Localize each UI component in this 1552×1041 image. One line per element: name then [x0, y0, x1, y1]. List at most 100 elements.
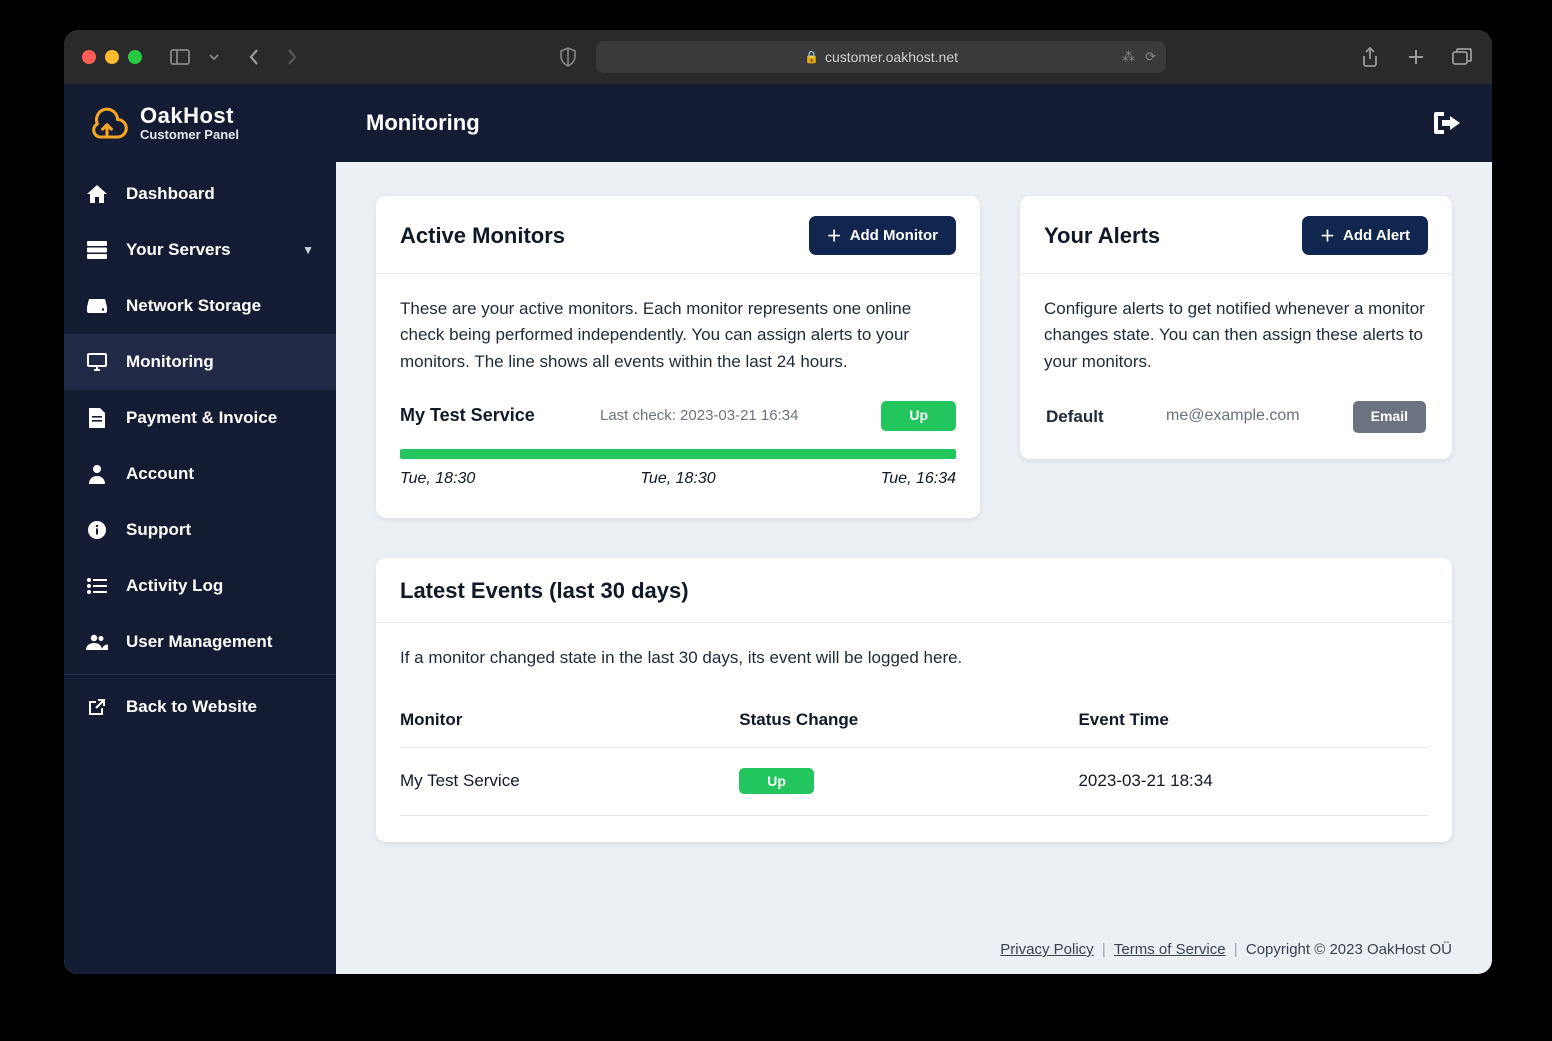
brand-name: OakHost: [140, 104, 239, 128]
invoice-icon: [86, 408, 108, 428]
url-bar[interactable]: 🔒 customer.oakhost.net ⁂ ⟳: [596, 41, 1166, 73]
monitor-last-check: Last check: 2023-03-21 16:34: [600, 404, 881, 427]
events-description: If a monitor changed state in the last 3…: [400, 645, 1428, 671]
monitor-timeline: [400, 449, 956, 459]
sidebar-item-monitoring[interactable]: Monitoring: [64, 334, 336, 390]
event-monitor: My Test Service: [400, 748, 739, 815]
reload-icon[interactable]: ⟳: [1145, 49, 1156, 65]
window-close-button[interactable]: [82, 50, 96, 64]
sidebar-toggle-icon[interactable]: [168, 49, 192, 65]
add-monitor-label: Add Monitor: [850, 227, 938, 244]
browser-titlebar: 🔒 customer.oakhost.net ⁂ ⟳: [64, 30, 1492, 84]
shield-icon[interactable]: [556, 47, 580, 67]
plus-icon: ＋: [827, 225, 842, 246]
nav-back-button[interactable]: [242, 48, 266, 66]
monitor-icon: [86, 353, 108, 371]
share-icon[interactable]: [1358, 47, 1382, 67]
copyright-text: Copyright © 2023 OakHost OÜ: [1246, 941, 1452, 958]
sidebar-item-label: User Management: [126, 632, 272, 652]
info-icon: [86, 521, 108, 539]
brand-subtitle: Customer Panel: [140, 128, 239, 142]
alert-name: Default: [1046, 404, 1166, 430]
translate-icon[interactable]: ⁂: [1122, 49, 1135, 65]
col-monitor: Monitor: [400, 693, 739, 748]
users-icon: [86, 634, 108, 650]
event-time: 2023-03-21 18:34: [1078, 748, 1428, 815]
timeline-label-start: Tue, 18:30: [400, 467, 475, 492]
topbar: Monitoring: [336, 84, 1492, 162]
nav-forward-button[interactable]: [280, 48, 304, 66]
col-status: Status Change: [739, 693, 1078, 748]
privacy-link[interactable]: Privacy Policy: [1000, 941, 1093, 958]
logout-button[interactable]: [1432, 110, 1462, 136]
sidebar-item-back-to-website[interactable]: Back to Website: [64, 679, 336, 735]
alerts-card: Your Alerts ＋ Add Alert Configure alerts…: [1020, 196, 1452, 459]
timeline-labels: Tue, 18:30 Tue, 18:30 Tue, 16:34: [400, 467, 956, 492]
browser-window: 🔒 customer.oakhost.net ⁂ ⟳: [64, 30, 1492, 974]
active-monitors-heading: Active Monitors: [400, 223, 565, 249]
plus-icon: ＋: [1320, 225, 1335, 246]
nav-separator: [64, 674, 336, 675]
active-monitors-card: Active Monitors ＋ Add Monitor These are …: [376, 196, 980, 518]
alerts-heading: Your Alerts: [1044, 223, 1160, 249]
main-column: Monitoring Active Monitors ＋ Add Monitor: [336, 84, 1492, 974]
url-text: customer.oakhost.net: [825, 49, 958, 65]
brand[interactable]: OakHost Customer Panel: [64, 84, 336, 162]
sidebar-item-activity[interactable]: Activity Log: [64, 558, 336, 614]
add-alert-button[interactable]: ＋ Add Alert: [1302, 216, 1428, 255]
sidebar-item-account[interactable]: Account: [64, 446, 336, 502]
sidebar-item-storage[interactable]: Network Storage: [64, 278, 336, 334]
sidebar-item-dashboard[interactable]: Dashboard: [64, 166, 336, 222]
terms-link[interactable]: Terms of Service: [1114, 941, 1226, 958]
list-icon: [86, 578, 108, 594]
status-badge: Up: [881, 401, 956, 431]
add-monitor-button[interactable]: ＋ Add Monitor: [809, 216, 956, 255]
alert-target: me@example.com: [1166, 404, 1353, 429]
sidebar-item-label: Monitoring: [126, 352, 214, 372]
sidebar: OakHost Customer Panel Dashboard Your Se…: [64, 84, 336, 974]
sidebar-item-label: Account: [126, 464, 194, 484]
footer: Privacy Policy | Terms of Service | Copy…: [336, 927, 1492, 974]
window-controls: [82, 50, 142, 64]
sidebar-item-users[interactable]: User Management: [64, 614, 336, 670]
home-icon: [86, 185, 108, 203]
external-link-icon: [86, 698, 108, 716]
monitor-name: My Test Service: [400, 402, 600, 430]
sidebar-item-label: Payment & Invoice: [126, 408, 277, 428]
app-viewport: OakHost Customer Panel Dashboard Your Se…: [64, 84, 1492, 974]
sidebar-item-label: Support: [126, 520, 191, 540]
sidebar-item-servers[interactable]: Your Servers ▼: [64, 222, 336, 278]
alert-type-badge: Email: [1353, 401, 1426, 433]
alert-item[interactable]: Default me@example.com Email: [1044, 401, 1428, 433]
hard-drive-icon: [86, 299, 108, 313]
new-tab-icon[interactable]: [1404, 47, 1428, 67]
sidebar-item-label: Dashboard: [126, 184, 215, 204]
window-zoom-button[interactable]: [128, 50, 142, 64]
tabs-overview-icon[interactable]: [1450, 47, 1474, 67]
brand-logo-icon: [86, 102, 128, 144]
lock-icon: 🔒: [804, 50, 819, 64]
col-time: Event Time: [1078, 693, 1428, 748]
table-row[interactable]: My Test Service Up 2023-03-21 18:34: [400, 748, 1428, 815]
add-alert-label: Add Alert: [1343, 227, 1410, 244]
events-table: Monitor Status Change Event Time My Test…: [400, 693, 1428, 816]
content: Active Monitors ＋ Add Monitor These are …: [336, 162, 1492, 927]
sidebar-item-label: Back to Website: [126, 697, 257, 717]
sidebar-item-label: Your Servers: [126, 240, 231, 260]
active-monitors-description: These are your active monitors. Each mon…: [400, 296, 956, 375]
window-minimize-button[interactable]: [105, 50, 119, 64]
logout-icon: [1432, 110, 1462, 136]
monitor-item[interactable]: My Test Service Last check: 2023-03-21 1…: [400, 401, 956, 491]
events-heading: Latest Events (last 30 days): [400, 578, 689, 604]
sidebar-item-support[interactable]: Support: [64, 502, 336, 558]
sidebar-item-payment[interactable]: Payment & Invoice: [64, 390, 336, 446]
sidebar-nav: Dashboard Your Servers ▼ Network Storage…: [64, 162, 336, 735]
events-card: Latest Events (last 30 days) If a monito…: [376, 558, 1452, 842]
timeline-label-mid: Tue, 18:30: [640, 467, 715, 492]
sidebar-item-label: Network Storage: [126, 296, 261, 316]
sidebar-item-label: Activity Log: [126, 576, 223, 596]
chevron-down-icon: ▼: [302, 243, 314, 257]
status-badge: Up: [739, 768, 814, 794]
alerts-description: Configure alerts to get notified wheneve…: [1044, 296, 1428, 375]
chevron-down-icon[interactable]: [208, 54, 220, 60]
